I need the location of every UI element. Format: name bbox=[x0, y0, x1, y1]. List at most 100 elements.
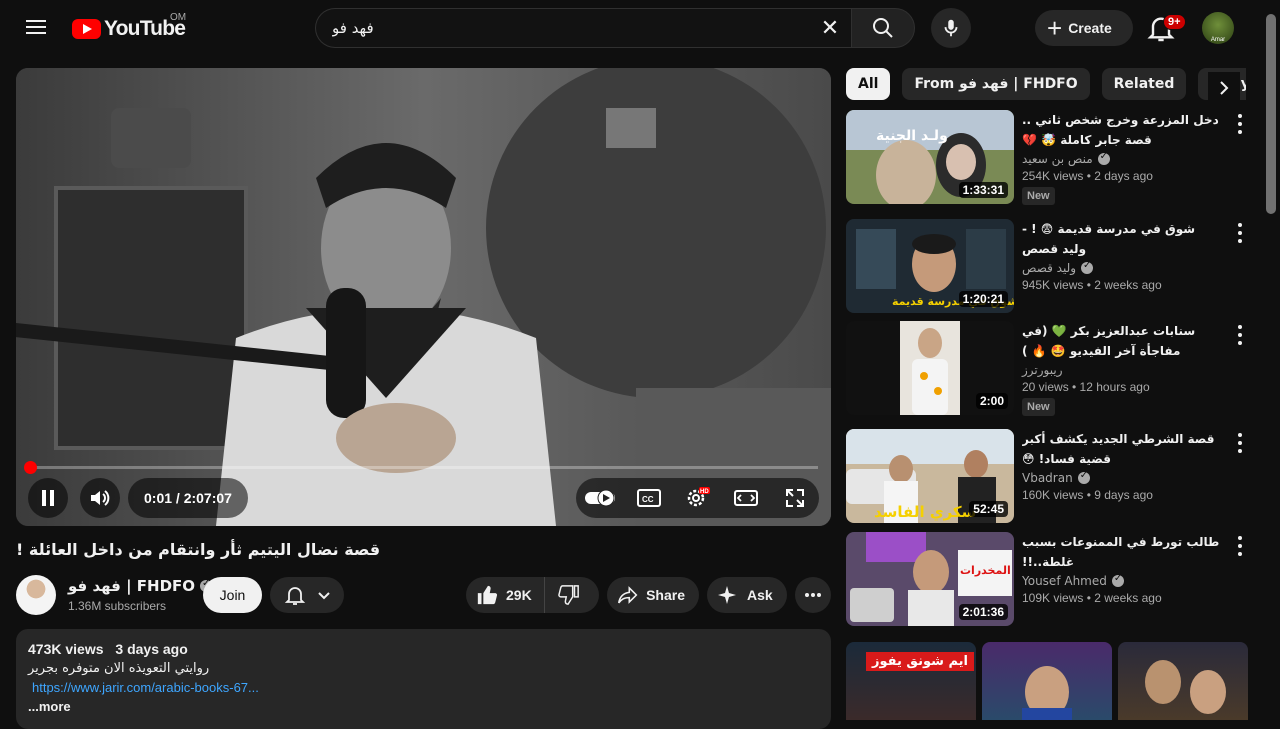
recommendation-channel: ريبورترز bbox=[1022, 363, 1063, 377]
verified-icon bbox=[1077, 470, 1090, 484]
play-pause-button[interactable] bbox=[28, 478, 68, 518]
voice-search-button[interactable] bbox=[931, 8, 971, 48]
recommendation-item[interactable]: سكري الفاسد 52:45 قصة الشرطي الجديد يكشف… bbox=[846, 429, 1256, 525]
filter-chips: All From فهد فو | FHDFO Related For you bbox=[846, 68, 1246, 100]
menu-icon[interactable] bbox=[20, 16, 52, 40]
video-thumbnail[interactable]: شوق في مدرسة قديمة ! 1:20:21 bbox=[846, 219, 1014, 313]
search-bar: ✕ bbox=[315, 8, 915, 48]
ask-button[interactable]: Ask bbox=[707, 577, 787, 613]
fullscreen-icon[interactable] bbox=[775, 478, 815, 518]
recommendation-channel-row: منص بن سعيد bbox=[1022, 151, 1222, 166]
join-button[interactable]: Join bbox=[203, 577, 262, 613]
view-count: 473K views bbox=[28, 641, 104, 657]
description-text: روايتي التعويذه الان متوفره بجرير bbox=[28, 661, 210, 676]
subscription-bell-button[interactable] bbox=[270, 577, 344, 613]
time-display: 0:01 / 2:07:07 bbox=[144, 490, 232, 506]
ask-label: Ask bbox=[747, 587, 773, 603]
pause-icon bbox=[28, 478, 68, 518]
microphone-icon bbox=[944, 19, 958, 37]
recommendation-title: شوق في مدرسة قديمة 😨 ! - وليد قصص bbox=[1022, 222, 1196, 256]
dislike-button[interactable] bbox=[545, 577, 593, 613]
volume-button[interactable] bbox=[80, 478, 120, 518]
video-thumbnail[interactable]: فخ المخدرات 2:01:36 bbox=[846, 532, 1014, 626]
recommendation-stats: 20 views • 12 hours ago bbox=[1022, 380, 1150, 394]
autoplay-toggle[interactable] bbox=[580, 478, 620, 518]
recommendation-info: قصة الشرطي الجديد يكشف أكبر قضية فساد! 😳… bbox=[1022, 429, 1222, 502]
video-thumbnail[interactable]: ولـد الجنية 1:33:31 bbox=[846, 110, 1014, 204]
subtitles-icon[interactable]: CC bbox=[629, 478, 669, 518]
recommendation-item[interactable]: فخ المخدرات 2:01:36 طالب تورط في الممنوع… bbox=[846, 532, 1256, 628]
short-thumbnail[interactable]: ايم شونق يفوز bbox=[846, 642, 976, 720]
video-title: قصة نضال اليتيم ثأر وانتقام من داخل العا… bbox=[16, 540, 381, 559]
clear-search-icon[interactable]: ✕ bbox=[817, 15, 843, 41]
account-avatar[interactable]: Amar bbox=[1202, 12, 1234, 44]
search-input[interactable] bbox=[316, 9, 851, 47]
video-duration: 52:45 bbox=[969, 501, 1008, 517]
youtube-logo[interactable]: YouTube bbox=[72, 16, 186, 42]
more-horizontal-icon bbox=[805, 593, 821, 597]
share-button[interactable]: Share bbox=[607, 577, 699, 613]
more-vertical-icon[interactable] bbox=[1232, 325, 1248, 345]
video-frame bbox=[16, 68, 831, 526]
short-image bbox=[1022, 666, 1072, 720]
thumbnail-caption: سكري الفاسد bbox=[874, 503, 976, 522]
top-bar: YouTube OM ✕ + Create 9+ Amar bbox=[0, 0, 1280, 56]
recommendation-title: قصة الشرطي الجديد يكشف أكبر قضية فساد! 😳 bbox=[1022, 432, 1215, 466]
verified-icon bbox=[1111, 573, 1124, 587]
more-actions-button[interactable] bbox=[795, 577, 831, 613]
more-vertical-icon[interactable] bbox=[1232, 433, 1248, 453]
create-button[interactable]: + Create bbox=[1035, 10, 1133, 46]
recommendation-item[interactable]: شوق في مدرسة قديمة ! 1:20:21 شوق في مدرس… bbox=[846, 219, 1256, 315]
chips-next-button[interactable] bbox=[1208, 72, 1240, 104]
progress-bar[interactable] bbox=[28, 466, 818, 469]
recommendation-item[interactable]: ولـد الجنية 1:33:31 دخل المزرعة وخرج شخص… bbox=[846, 110, 1256, 206]
page-scrollbar[interactable] bbox=[1266, 14, 1276, 214]
short-thumbnail[interactable] bbox=[1118, 642, 1248, 720]
youtube-play-icon bbox=[72, 19, 101, 39]
chip-all[interactable]: All bbox=[846, 68, 891, 100]
thumbnail-caption: ولـد الجنية bbox=[876, 128, 948, 144]
time-display-pill: 0:01 / 2:07:07 bbox=[128, 478, 248, 518]
shorts-shelf: ايم شونق يفوز bbox=[846, 642, 1248, 720]
more-vertical-icon[interactable] bbox=[1232, 223, 1248, 243]
recommendation-channel: Yousef Ahmed bbox=[1022, 574, 1107, 588]
recommendation-title: سنابات عبدالعزيز بكر 💚 (في مفاجأة آخر ال… bbox=[1022, 324, 1196, 358]
recommendation-stats: 945K views • 2 weeks ago bbox=[1022, 278, 1162, 292]
recommendation-channel-row: Yousef Ahmed bbox=[1022, 573, 1222, 588]
scrubber-handle[interactable] bbox=[24, 461, 37, 474]
video-thumbnail[interactable]: 2:00 bbox=[846, 321, 1014, 415]
create-label: Create bbox=[1068, 20, 1112, 36]
chip-from-channel[interactable]: From فهد فو | FHDFO bbox=[902, 68, 1090, 100]
video-thumbnail[interactable]: سكري الفاسد 52:45 bbox=[846, 429, 1014, 523]
plus-icon: + bbox=[1047, 13, 1063, 43]
recommendation-title: طالب تورط في الممنوعات بسبب غلطة..!! bbox=[1022, 535, 1220, 569]
subscriber-count: 1.36M subscribers bbox=[68, 599, 167, 613]
settings-gear-icon[interactable]: HD bbox=[677, 478, 717, 518]
thumbnail-caption: فخ المخدرات bbox=[960, 564, 1014, 577]
show-more-link[interactable]: ...more bbox=[28, 699, 819, 714]
channel-avatar[interactable] bbox=[16, 575, 56, 615]
search-button[interactable] bbox=[851, 8, 915, 48]
description-link[interactable]: https://www.jarir.com/arabic-books-67... bbox=[28, 680, 819, 695]
recommendation-stats: 254K views • 2 days ago bbox=[1022, 169, 1153, 183]
theater-mode-icon[interactable] bbox=[726, 478, 766, 518]
short-image bbox=[1145, 660, 1226, 714]
thumbs-down-icon bbox=[557, 585, 579, 605]
short-thumbnail[interactable] bbox=[982, 642, 1112, 720]
like-button[interactable]: 29K bbox=[466, 577, 545, 613]
search-icon bbox=[873, 18, 893, 38]
notifications-badge: 9+ bbox=[1163, 14, 1186, 30]
more-vertical-icon[interactable] bbox=[1232, 536, 1248, 556]
recommendation-item[interactable]: 2:00 سنابات عبدالعزيز بكر 💚 (في مفاجأة آ… bbox=[846, 321, 1256, 417]
volume-icon bbox=[80, 478, 120, 518]
video-player[interactable]: 0:01 / 2:07:07 CC HD bbox=[16, 68, 831, 526]
description-box[interactable]: 473K views 3 days ago روايتي التعويذه ال… bbox=[16, 629, 831, 729]
chip-related[interactable]: Related bbox=[1101, 68, 1187, 100]
svg-text:HD: HD bbox=[700, 489, 709, 495]
thumbs-up-icon bbox=[477, 585, 498, 605]
description-meta: 473K views 3 days ago bbox=[28, 641, 819, 657]
share-icon bbox=[617, 586, 638, 604]
more-vertical-icon[interactable] bbox=[1232, 114, 1248, 134]
recommendation-stats: 160K views • 9 days ago bbox=[1022, 488, 1153, 502]
channel-name-link[interactable]: فهد فو | FHDFO bbox=[68, 577, 213, 595]
